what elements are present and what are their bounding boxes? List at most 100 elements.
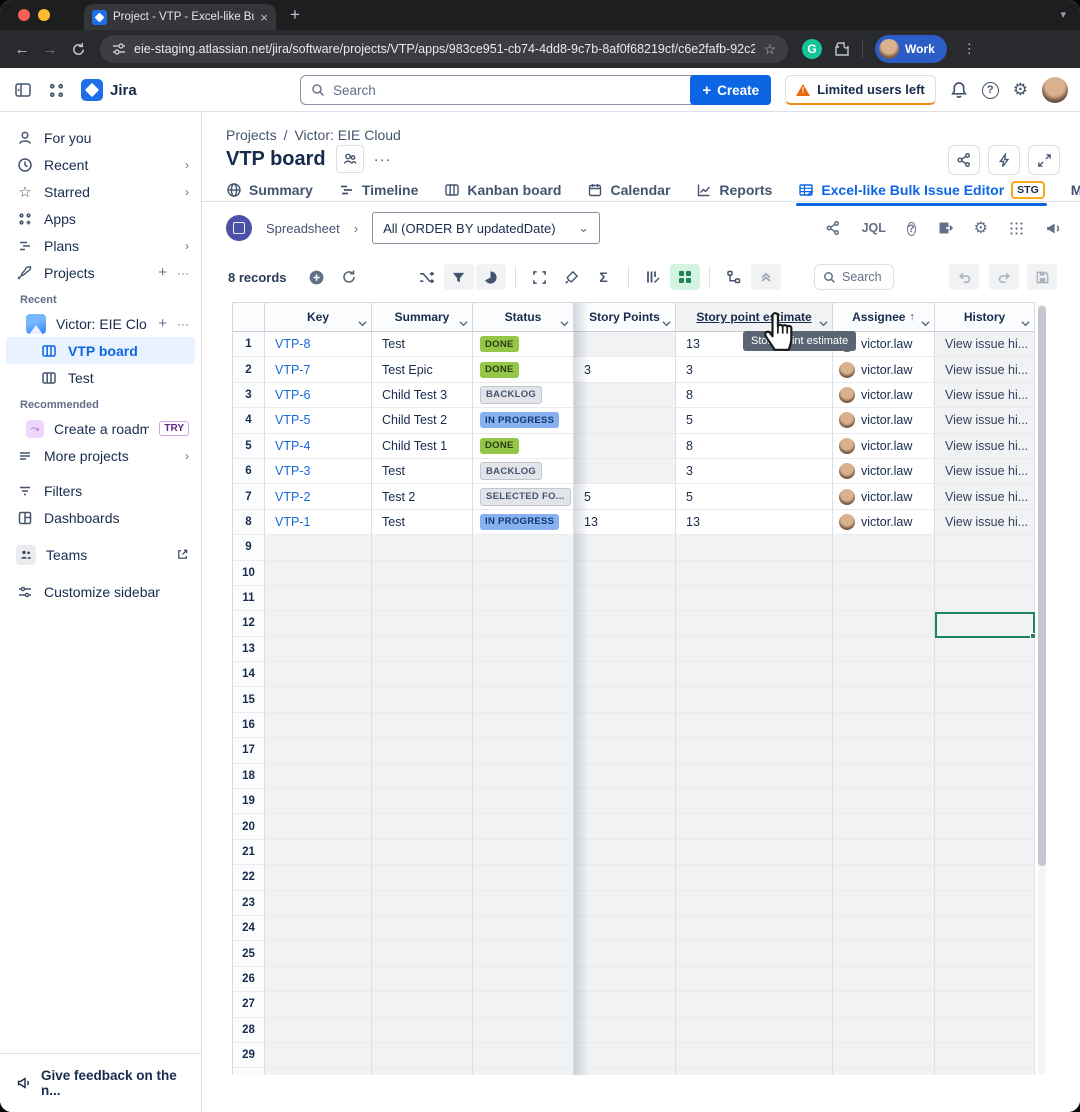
empty-cell[interactable] (574, 764, 676, 789)
empty-cell[interactable] (372, 586, 473, 611)
row-number[interactable]: 20 (233, 814, 265, 839)
empty-cell[interactable] (265, 814, 372, 839)
automation-lightning-button[interactable] (988, 145, 1020, 175)
empty-cell[interactable] (265, 840, 372, 865)
tab-reports[interactable]: Reports (696, 182, 772, 198)
cell-key[interactable]: VTP-5 (265, 408, 372, 433)
empty-cell[interactable] (574, 586, 676, 611)
empty-cell[interactable] (935, 992, 1035, 1017)
empty-cell[interactable] (935, 789, 1035, 814)
row-number[interactable]: 30 (233, 1068, 265, 1075)
empty-cell[interactable] (265, 916, 372, 941)
empty-cell[interactable] (265, 764, 372, 789)
browser-profile-chip[interactable]: Work (875, 35, 947, 63)
grammarly-extension-icon[interactable]: G (802, 39, 822, 59)
empty-cell[interactable] (372, 992, 473, 1017)
sidebar-board-test[interactable]: Test (0, 364, 201, 391)
cell-status[interactable]: SELECTED FO... (473, 484, 574, 509)
empty-cell[interactable] (833, 992, 935, 1017)
empty-cell[interactable] (372, 1068, 473, 1075)
cell-status[interactable]: IN PROGRESS (473, 408, 574, 433)
empty-cell[interactable] (473, 967, 574, 992)
help-icon[interactable]: ? (982, 82, 999, 99)
close-tab-icon[interactable]: × (260, 10, 268, 25)
empty-cell[interactable] (473, 637, 574, 662)
empty-cell[interactable] (833, 814, 935, 839)
undo-button[interactable] (949, 264, 979, 290)
new-tab-button[interactable]: + (290, 5, 300, 25)
collapse-all-button[interactable] (751, 264, 781, 290)
empty-cell[interactable] (473, 840, 574, 865)
empty-cell[interactable] (473, 662, 574, 687)
empty-cell[interactable] (372, 535, 473, 560)
empty-cell[interactable] (372, 891, 473, 916)
column-header-story-point-estimate[interactable]: Story point estimate (676, 303, 833, 332)
empty-cell[interactable] (265, 738, 372, 763)
cell-history[interactable]: View issue hi... (935, 408, 1035, 433)
cell-assignee[interactable]: victor.law (833, 510, 935, 535)
empty-cell[interactable] (676, 687, 833, 712)
cell-key[interactable]: VTP-2 (265, 484, 372, 509)
empty-cell[interactable] (935, 865, 1035, 890)
empty-cell[interactable] (833, 662, 935, 687)
empty-cell[interactable] (473, 1068, 574, 1075)
cell-summary[interactable]: Child Test 2 (372, 408, 473, 433)
row-number[interactable]: 28 (233, 1018, 265, 1043)
empty-cell[interactable] (676, 1043, 833, 1068)
selected-cell-outline[interactable] (935, 612, 1035, 638)
cell-story-point-estimate[interactable]: 3 (676, 459, 833, 484)
empty-cell[interactable] (935, 1068, 1035, 1075)
row-number[interactable]: 5 (233, 434, 265, 459)
projects-more-icon[interactable]: ··· (177, 266, 189, 280)
empty-cell[interactable] (833, 738, 935, 763)
url-text[interactable]: eie-staging.atlassian.net/jira/software/… (134, 42, 755, 56)
empty-cell[interactable] (676, 535, 833, 560)
announcements-megaphone-icon[interactable] (1045, 220, 1062, 237)
empty-cell[interactable] (372, 637, 473, 662)
empty-cell[interactable] (676, 738, 833, 763)
browser-tab[interactable]: Project - VTP - Excel-like Bul × (84, 4, 276, 30)
site-settings-icon[interactable] (112, 42, 126, 56)
create-button[interactable]: +Create (690, 75, 771, 105)
sidebar-item-recent[interactable]: Recent › (0, 151, 201, 178)
cell-key[interactable]: VTP-1 (265, 510, 372, 535)
cell-history[interactable]: View issue hi... (935, 332, 1035, 357)
empty-cell[interactable] (372, 789, 473, 814)
empty-cell[interactable] (473, 916, 574, 941)
empty-cell[interactable] (935, 637, 1035, 662)
cell-key[interactable]: VTP-3 (265, 459, 372, 484)
cell-key[interactable]: VTP-6 (265, 383, 372, 408)
empty-cell[interactable] (935, 535, 1035, 560)
empty-cell[interactable] (473, 764, 574, 789)
empty-cell[interactable] (473, 1043, 574, 1068)
help-circle-icon[interactable]: ? (907, 220, 916, 237)
empty-cell[interactable] (935, 891, 1035, 916)
cell-summary[interactable]: Test Epic (372, 357, 473, 382)
select-range-button[interactable] (525, 264, 555, 290)
empty-cell[interactable] (265, 992, 372, 1017)
cell-story-points[interactable]: 3 (574, 357, 676, 382)
breadcrumb-projects[interactable]: Projects (226, 127, 277, 143)
row-number[interactable]: 3 (233, 383, 265, 408)
empty-cell[interactable] (935, 687, 1035, 712)
empty-cell[interactable] (473, 789, 574, 814)
share-view-icon[interactable] (825, 220, 841, 236)
empty-cell[interactable] (372, 662, 473, 687)
empty-cell[interactable] (676, 967, 833, 992)
cell-history[interactable]: View issue hi... (935, 510, 1035, 535)
tab-calendar[interactable]: Calendar (587, 182, 670, 198)
corner-cell[interactable] (233, 303, 265, 332)
row-number[interactable]: 6 (233, 459, 265, 484)
row-number[interactable]: 17 (233, 738, 265, 763)
empty-cell[interactable] (574, 1018, 676, 1043)
cell-story-points[interactable] (574, 332, 676, 357)
empty-cell[interactable] (833, 535, 935, 560)
empty-cell[interactable] (676, 840, 833, 865)
empty-cell[interactable] (676, 1068, 833, 1075)
add-project-icon[interactable]: + (158, 264, 167, 281)
row-number[interactable]: 14 (233, 662, 265, 687)
sidebar-item-customize[interactable]: Customize sidebar (0, 578, 201, 605)
row-number[interactable]: 7 (233, 484, 265, 509)
zoom-window-button[interactable] (58, 9, 70, 21)
empty-cell[interactable] (265, 586, 372, 611)
